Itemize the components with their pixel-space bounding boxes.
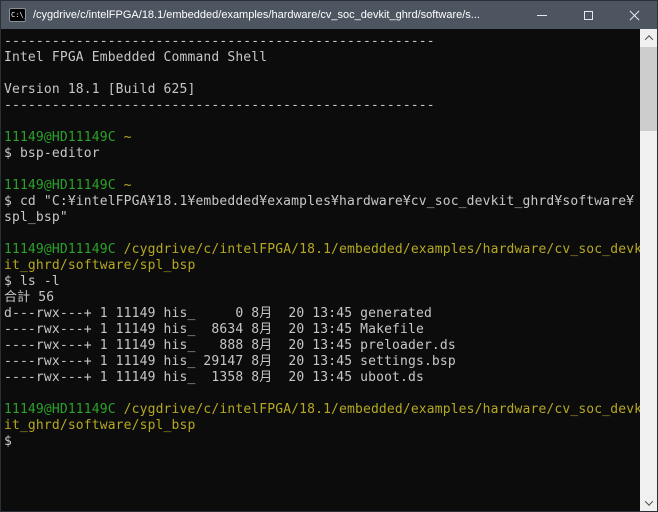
terminal-line: 11149@HD11149C /cygdrive/c/intelFPGA/18.… <box>4 402 640 418</box>
terminal-line <box>4 162 640 178</box>
terminal-line: $ <box>4 434 640 450</box>
window-controls <box>519 1 657 29</box>
terminal-text-segment: it_ghrd/software/spl_bsp <box>4 418 195 433</box>
terminal-line: 11149@HD11149C /cygdrive/c/intelFPGA/18.… <box>4 242 640 258</box>
terminal-text-segment: ----rwx---+ 1 11149 his_ 888 8月 20 13:45… <box>4 338 456 353</box>
terminal-text-segment: /cygdrive/c/intelFPGA/18.1/embedded/exam… <box>116 242 640 257</box>
terminal-line: ----------------------------------------… <box>4 34 640 50</box>
close-icon <box>629 10 640 21</box>
terminal-text-segment: /cygdrive/c/intelFPGA/18.1/embedded/exam… <box>116 402 640 417</box>
terminal-text-segment: ----------------------------------------… <box>4 98 435 113</box>
terminal-line: 11149@HD11149C ~ <box>4 130 640 146</box>
scroll-down-button[interactable] <box>640 494 657 511</box>
scrollbar[interactable] <box>640 29 657 511</box>
terminal-line: Intel FPGA Embedded Command Shell <box>4 50 640 66</box>
terminal-text-segment: ----rwx---+ 1 11149 his_ 8634 8月 20 13:4… <box>4 322 424 337</box>
terminal-icon: C:\_ <box>9 8 26 22</box>
chevron-up-icon <box>644 35 652 43</box>
terminal-text-segment: $ <box>4 434 12 449</box>
minimize-icon <box>537 15 547 16</box>
terminal-text-segment: $ cd "C:¥intelFPGA¥18.1¥embedded¥example… <box>4 194 634 209</box>
maximize-button[interactable] <box>565 1 611 29</box>
terminal-line: $ cd "C:¥intelFPGA¥18.1¥embedded¥example… <box>4 194 640 210</box>
terminal-text-segment: 合計 56 <box>4 290 54 305</box>
terminal-line: $ ls -l <box>4 274 640 290</box>
terminal-text-segment: ----rwx---+ 1 11149 his_ 1358 8月 20 13:4… <box>4 370 424 385</box>
terminal-line: Version 18.1 [Build 625] <box>4 82 640 98</box>
terminal-text-segment: Intel FPGA Embedded Command Shell <box>4 50 267 65</box>
terminal-text-segment: 11149@HD11149C <box>4 130 116 145</box>
terminal-window: C:\_ /cygdrive/c/intelFPGA/18.1/embedded… <box>0 0 658 512</box>
terminal-line <box>4 114 640 130</box>
terminal-output[interactable]: ----------------------------------------… <box>1 29 640 511</box>
terminal-line <box>4 66 640 82</box>
terminal-line: ----rwx---+ 1 11149 his_ 8634 8月 20 13:4… <box>4 322 640 338</box>
close-button[interactable] <box>611 1 657 29</box>
titlebar: C:\_ /cygdrive/c/intelFPGA/18.1/embedded… <box>1 1 657 29</box>
terminal-line: d---rwx---+ 1 11149 his_ 0 8月 20 13:45 g… <box>4 306 640 322</box>
terminal-text-segment: ~ <box>116 178 132 193</box>
terminal-line: spl_bsp" <box>4 210 640 226</box>
terminal-text-segment: 11149@HD11149C <box>4 402 116 417</box>
terminal-line: it_ghrd/software/spl_bsp <box>4 418 640 434</box>
terminal-text-segment: ----------------------------------------… <box>4 34 435 49</box>
scroll-up-button[interactable] <box>640 29 657 46</box>
terminal-line: $ bsp-editor <box>4 146 640 162</box>
scrollbar-thumb[interactable] <box>640 47 657 131</box>
terminal-text-segment: spl_bsp" <box>4 210 68 225</box>
terminal-line <box>4 386 640 402</box>
chevron-down-icon <box>644 497 652 505</box>
terminal-text-segment: 11149@HD11149C <box>4 242 116 257</box>
terminal-text-segment: $ ls -l <box>4 274 60 289</box>
terminal-line: ----------------------------------------… <box>4 98 640 114</box>
terminal-line <box>4 226 640 242</box>
terminal-text-segment: ~ <box>116 130 132 145</box>
terminal-text-segment: 11149@HD11149C <box>4 178 116 193</box>
terminal-text-segment: it_ghrd/software/spl_bsp <box>4 258 195 273</box>
window-title: /cygdrive/c/intelFPGA/18.1/embedded/exam… <box>33 9 480 21</box>
terminal-line: 11149@HD11149C ~ <box>4 178 640 194</box>
terminal-line: it_ghrd/software/spl_bsp <box>4 258 640 274</box>
terminal-text-segment: $ bsp-editor <box>4 146 100 161</box>
terminal-line: ----rwx---+ 1 11149 his_ 1358 8月 20 13:4… <box>4 370 640 386</box>
terminal-text-segment: ----rwx---+ 1 11149 his_ 29147 8月 20 13:… <box>4 354 456 369</box>
terminal-text-segment: d---rwx---+ 1 11149 his_ 0 8月 20 13:45 g… <box>4 306 432 321</box>
maximize-icon <box>584 11 593 20</box>
terminal-line: ----rwx---+ 1 11149 his_ 888 8月 20 13:45… <box>4 338 640 354</box>
terminal-line: 合計 56 <box>4 290 640 306</box>
terminal-line: ----rwx---+ 1 11149 his_ 29147 8月 20 13:… <box>4 354 640 370</box>
terminal-text-segment: Version 18.1 [Build 625] <box>4 82 195 97</box>
minimize-button[interactable] <box>519 1 565 29</box>
